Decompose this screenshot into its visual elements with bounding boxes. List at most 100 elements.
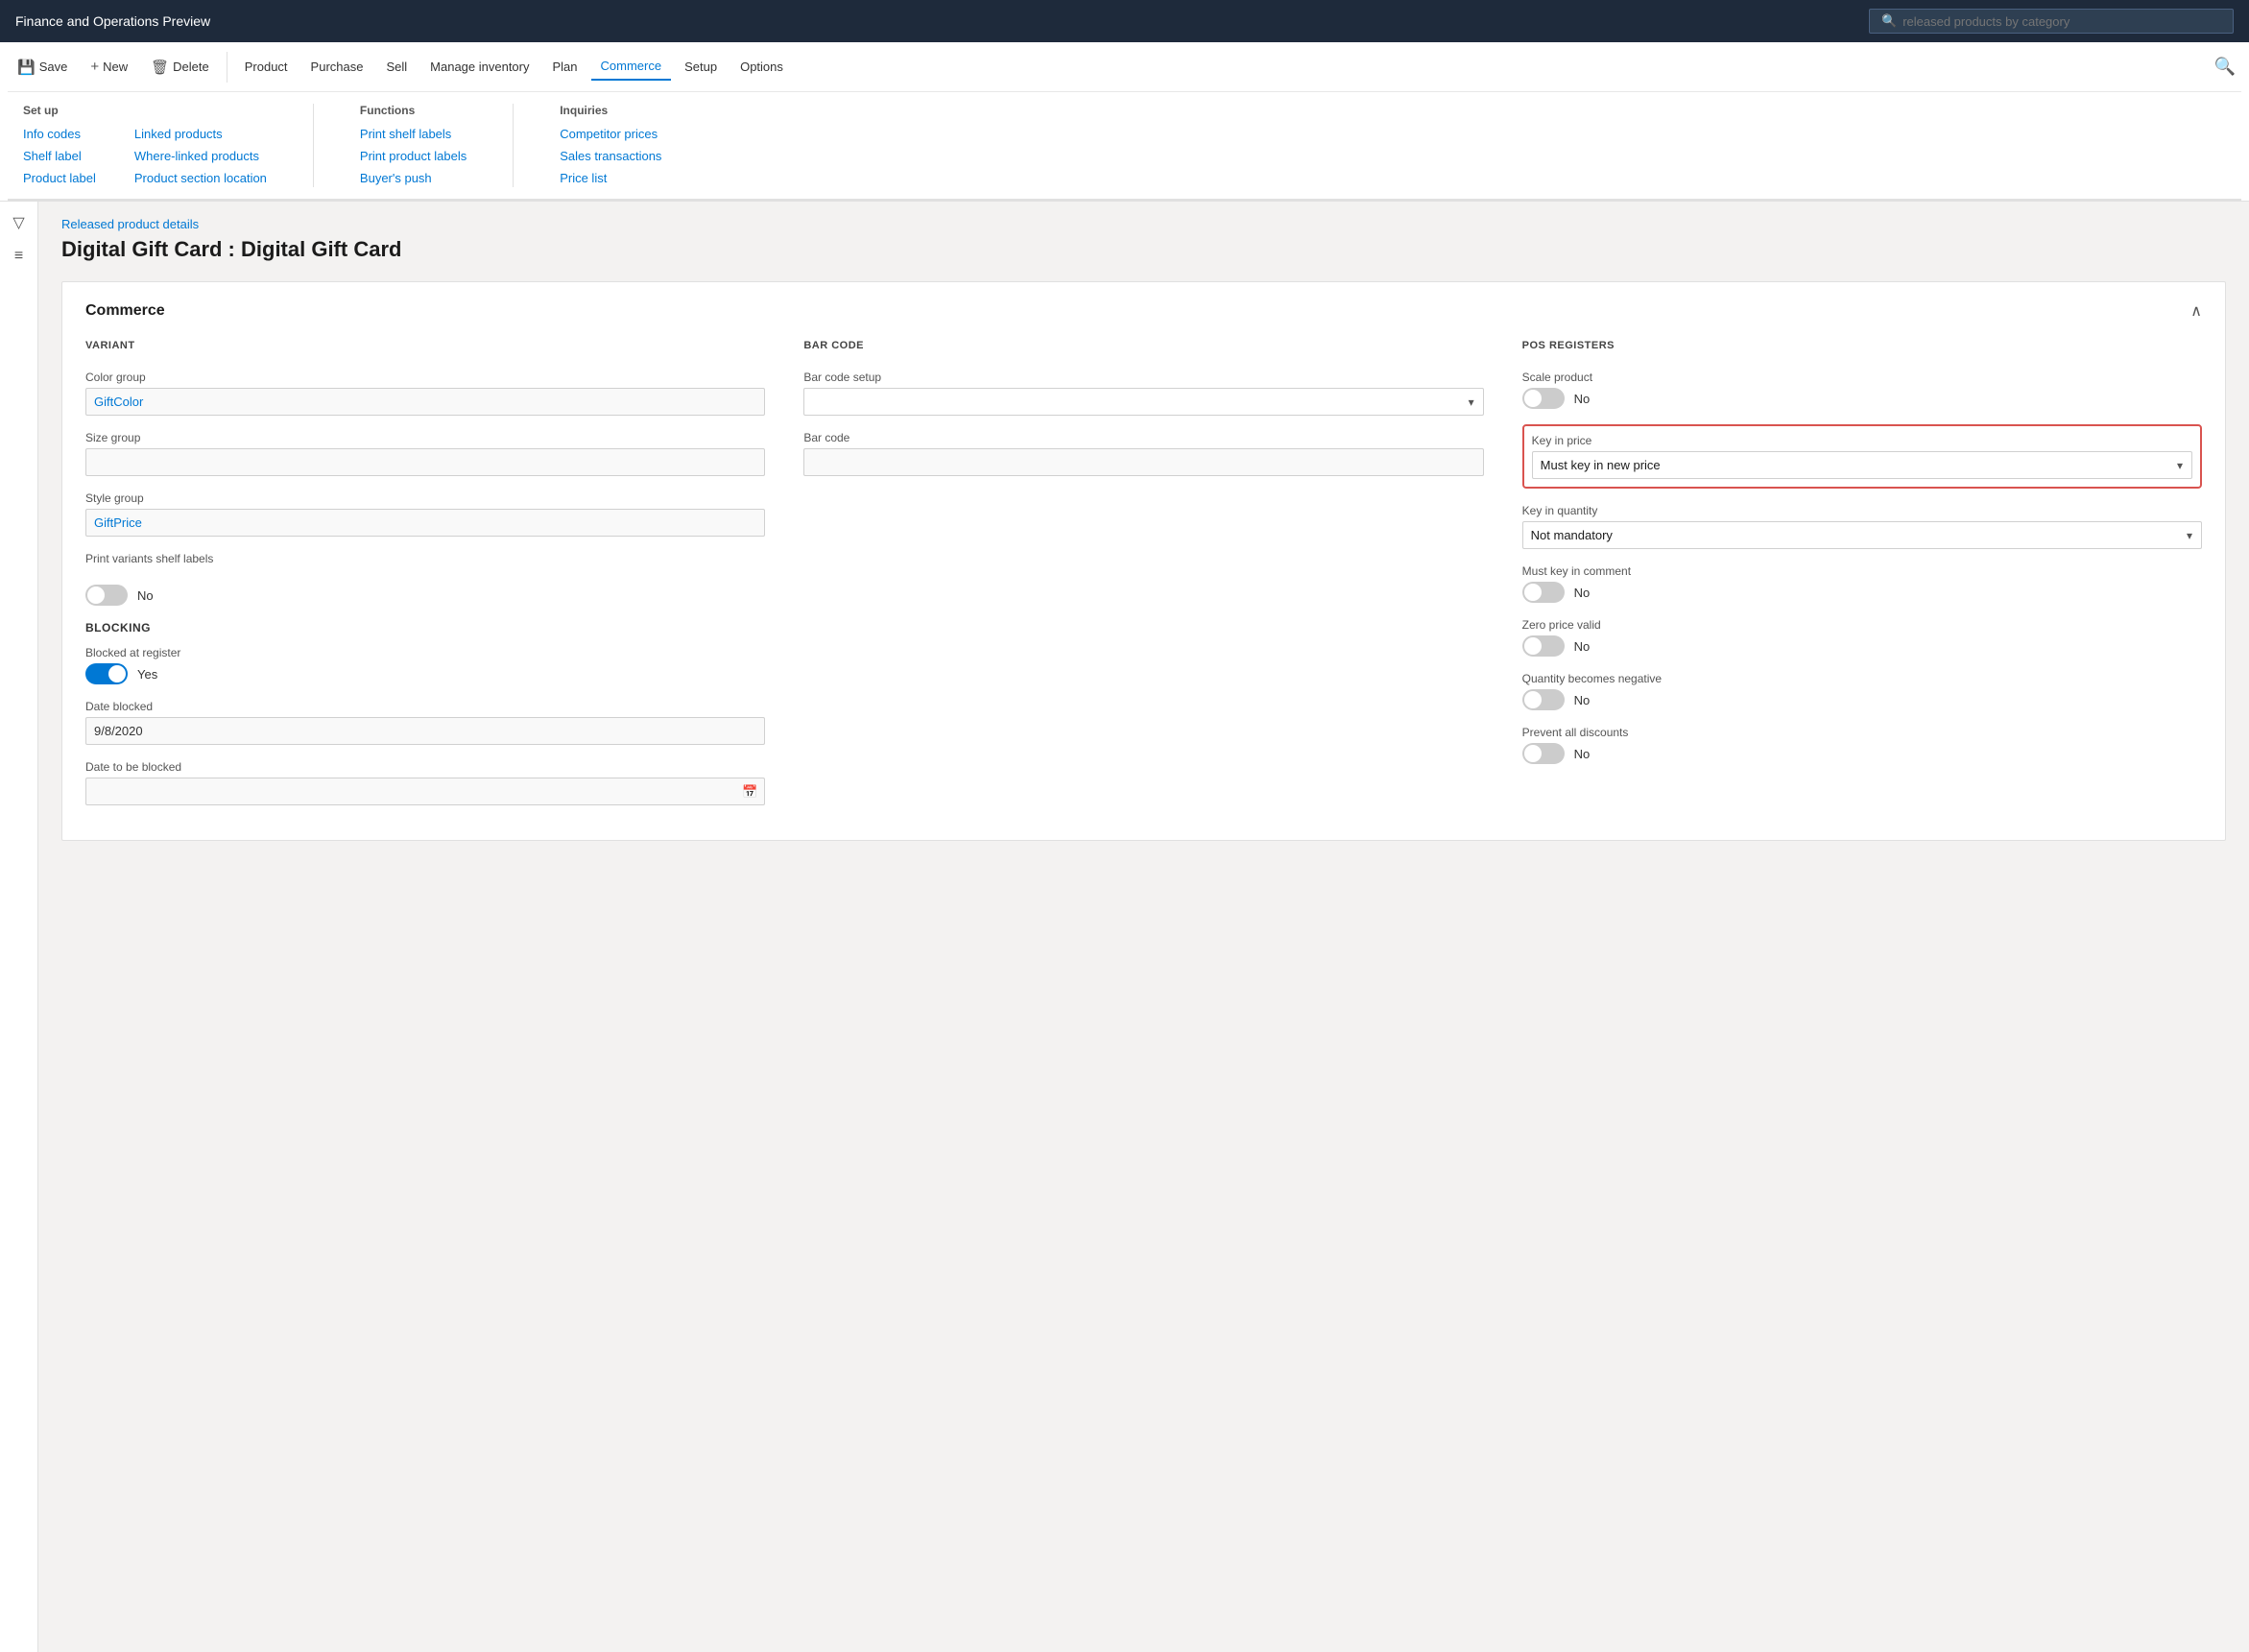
print-variants-shelf-label: Print variants shelf labels: [85, 552, 258, 565]
bar-code-field: Bar code: [803, 431, 1483, 476]
inquiries-section-title: Inquiries: [560, 104, 661, 117]
key-in-price-select[interactable]: Must key in new price Not allowed Not ma…: [1532, 451, 2192, 479]
collapse-button[interactable]: ∧: [2190, 301, 2202, 321]
menu-item-price-list[interactable]: Price list: [560, 169, 661, 187]
must-key-in-comment-label: Must key in comment: [1522, 564, 2202, 578]
quantity-becomes-negative-toggle[interactable]: [1522, 689, 1565, 710]
prevent-all-discounts-label: Prevent all discounts: [1522, 726, 2202, 739]
search-bar[interactable]: 🔍: [1869, 9, 2234, 34]
date-blocked-input[interactable]: [85, 717, 765, 745]
purchase-button[interactable]: Purchase: [301, 54, 373, 80]
date-to-be-blocked-field: Date to be blocked 📅: [85, 760, 765, 805]
must-key-in-comment-value: No: [1574, 586, 1591, 600]
size-group-input[interactable]: [85, 448, 765, 476]
scale-product-toggle[interactable]: [1522, 388, 1565, 409]
section-header: Commerce ∧: [85, 301, 2202, 321]
manage-inventory-button[interactable]: Manage inventory: [420, 54, 538, 80]
must-key-in-comment-toggle[interactable]: [1522, 582, 1565, 603]
key-in-price-highlighted: Key in price Must key in new price Not a…: [1522, 424, 2202, 489]
product-button[interactable]: Product: [235, 54, 298, 80]
menu-item-product-section-location[interactable]: Product section location: [134, 169, 267, 187]
scale-product-field: Scale product No: [1522, 371, 2202, 409]
sidebar: ▽ ≡: [0, 202, 38, 1652]
bar-code-setup-select[interactable]: [803, 388, 1483, 416]
options-button[interactable]: Options: [730, 54, 793, 80]
size-group-label: Size group: [85, 431, 765, 444]
bar-code-input[interactable]: [803, 448, 1483, 476]
breadcrumb[interactable]: Released product details: [61, 217, 2226, 231]
filter-icon[interactable]: ▽: [12, 213, 24, 232]
menu-icon[interactable]: ≡: [14, 248, 23, 265]
color-group-input[interactable]: [85, 388, 765, 416]
variant-header: VARIANT: [85, 340, 765, 355]
key-in-quantity-label: Key in quantity: [1522, 504, 2202, 517]
barcode-header: BAR CODE: [803, 340, 1483, 355]
ribbon: 💾 Save + New 🗑 Delete Product Purchase S…: [0, 42, 2249, 202]
page-title: Digital Gift Card : Digital Gift Card: [61, 237, 2226, 262]
blocked-at-register-toggle-group: Yes: [85, 663, 765, 684]
menu-item-buyers-push[interactable]: Buyer's push: [360, 169, 467, 187]
delete-icon: 🗑: [151, 59, 169, 76]
bar-code-setup-field: Bar code setup: [803, 371, 1483, 416]
color-group-field: Color group: [85, 371, 765, 416]
style-group-input[interactable]: [85, 509, 765, 537]
blocked-at-register-label: Blocked at register: [85, 646, 765, 659]
size-group-field: Size group: [85, 431, 765, 476]
sell-button[interactable]: Sell: [376, 54, 417, 80]
menu-item-print-shelf-labels[interactable]: Print shelf labels: [360, 125, 467, 143]
functions-section: Functions Print shelf labels Print produ…: [360, 104, 467, 187]
date-blocked-field: Date blocked: [85, 700, 765, 745]
menu-item-linked-products[interactable]: Linked products: [134, 125, 267, 143]
menu-item-shelf-label[interactable]: Shelf label: [23, 147, 96, 165]
zero-price-valid-toggle-group: No: [1522, 635, 2202, 657]
key-in-quantity-select[interactable]: Not mandatory Mandatory: [1522, 521, 2202, 549]
date-to-be-blocked-label: Date to be blocked: [85, 760, 765, 774]
save-button[interactable]: 💾 Save: [8, 53, 77, 82]
inquiries-section: Inquiries Competitor prices Sales transa…: [560, 104, 661, 187]
setup-button[interactable]: Setup: [675, 54, 727, 80]
print-variants-toggle[interactable]: [85, 585, 128, 606]
page-area: ▽ ≡ Released product details Digital Gif…: [0, 202, 2249, 1652]
menu-item-competitor-prices[interactable]: Competitor prices: [560, 125, 661, 143]
print-variants-shelf-toggle-group: Print variants shelf labels: [85, 552, 765, 569]
commerce-dropdown-menu: Set up Info codes Shelf label Product la…: [8, 92, 2241, 201]
section-title: Commerce: [85, 302, 165, 320]
search-input[interactable]: [1902, 14, 2221, 29]
setup-section: Set up Info codes Shelf label Product la…: [23, 104, 96, 187]
zero-price-valid-value: No: [1574, 639, 1591, 654]
key-in-quantity-wrapper: Not mandatory Mandatory: [1522, 521, 2202, 549]
scale-product-toggle-group: No: [1522, 388, 2202, 409]
menu-item-print-product-labels[interactable]: Print product labels: [360, 147, 467, 165]
menu-item-where-linked-products[interactable]: Where-linked products: [134, 147, 267, 165]
prevent-all-discounts-field: Prevent all discounts No: [1522, 726, 2202, 764]
variant-column: VARIANT Color group Size group Style gro…: [85, 340, 765, 821]
menu-item-product-label[interactable]: Product label: [23, 169, 96, 187]
quantity-becomes-negative-toggle-group: No: [1522, 689, 2202, 710]
prevent-all-discounts-toggle[interactable]: [1522, 743, 1565, 764]
save-icon: 💾: [17, 59, 36, 76]
blocked-at-register-toggle[interactable]: [85, 663, 128, 684]
zero-price-valid-toggle[interactable]: [1522, 635, 1565, 657]
new-icon: +: [90, 59, 99, 75]
setup-section-title: Set up: [23, 104, 96, 117]
color-group-label: Color group: [85, 371, 765, 384]
key-in-price-label: Key in price: [1532, 434, 2192, 447]
calendar-icon: 📅: [742, 784, 757, 800]
scale-product-label: Scale product: [1522, 371, 2202, 384]
menu-divider-2: [513, 104, 514, 187]
zero-price-valid-field: Zero price valid No: [1522, 618, 2202, 657]
delete-button[interactable]: 🗑 Delete: [141, 53, 219, 82]
ribbon-search-icon[interactable]: 🔍: [2209, 51, 2241, 83]
bar-code-label: Bar code: [803, 431, 1483, 444]
print-variants-value: No: [137, 588, 154, 603]
quantity-becomes-negative-field: Quantity becomes negative No: [1522, 672, 2202, 710]
date-to-be-blocked-input[interactable]: [85, 778, 765, 805]
menu-item-sales-transactions[interactable]: Sales transactions: [560, 147, 661, 165]
date-blocked-label: Date blocked: [85, 700, 765, 713]
prevent-all-discounts-toggle-group: No: [1522, 743, 2202, 764]
menu-item-info-codes[interactable]: Info codes: [23, 125, 96, 143]
plan-button[interactable]: Plan: [543, 54, 587, 80]
commerce-button[interactable]: Commerce: [591, 53, 672, 81]
menu-divider-1: [313, 104, 314, 187]
new-button[interactable]: + New: [81, 53, 137, 81]
